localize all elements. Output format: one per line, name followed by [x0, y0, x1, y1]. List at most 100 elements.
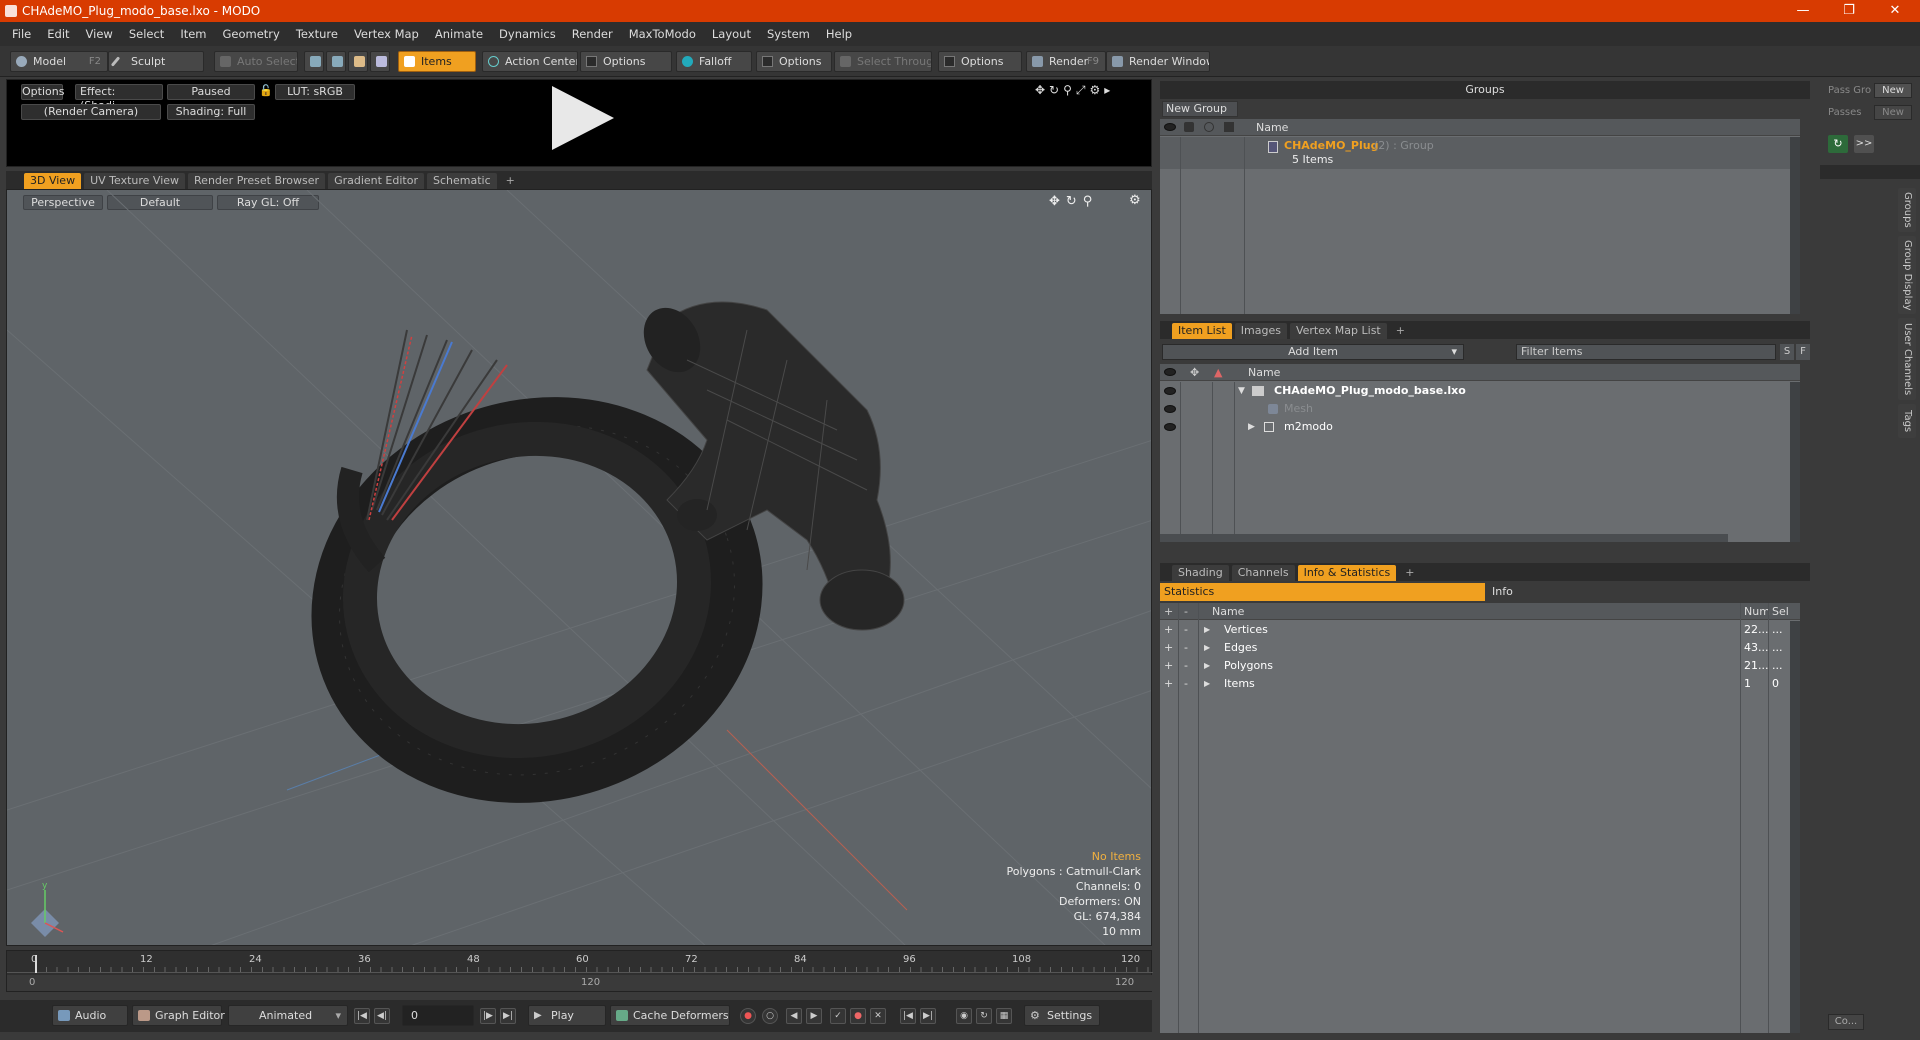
- add-tab-button[interactable]: +: [500, 173, 521, 189]
- info-tab[interactable]: Info: [1486, 583, 1808, 601]
- lock-icon[interactable]: [1204, 122, 1214, 132]
- timeline[interactable]: 0 12 24 36 48 60 72 84 96 108 120 0 120 120: [6, 950, 1153, 992]
- vertices-mode-button[interactable]: [304, 51, 324, 72]
- render-toggle-icon[interactable]: [1184, 122, 1194, 132]
- menu-edit[interactable]: Edit: [39, 27, 77, 41]
- statistics-tab[interactable]: Statistics: [1160, 583, 1485, 601]
- menu-dynamics[interactable]: Dynamics: [491, 27, 564, 41]
- co-button[interactable]: Co...: [1828, 1014, 1864, 1030]
- filter-f-button[interactable]: F: [1796, 344, 1810, 360]
- lut-dropdown[interactable]: LUT: sRGB: [275, 84, 355, 100]
- item-list[interactable]: Name ✥ ▲ ▼ CHAdeMO_Plug_modo_base.lxo Me…: [1160, 364, 1800, 542]
- menu-select[interactable]: Select: [121, 27, 172, 41]
- more-button[interactable]: >>: [1854, 135, 1874, 153]
- restore-button[interactable]: ❐: [1826, 0, 1872, 22]
- audio-button[interactable]: Audio: [52, 1005, 128, 1026]
- tab-info-statistics[interactable]: Info & Statistics: [1297, 565, 1397, 581]
- eye-icon[interactable]: [1164, 387, 1176, 395]
- eye-icon[interactable]: [1164, 368, 1176, 376]
- stats-scrollbar[interactable]: [1790, 621, 1800, 1033]
- eye-icon[interactable]: [1164, 123, 1176, 131]
- stats-row[interactable]: + - ▶ Polygons 21... ...: [1160, 657, 1790, 675]
- sidetab-tags[interactable]: Tags: [1898, 404, 1916, 438]
- expand-icon[interactable]: ▼: [1238, 382, 1245, 400]
- add-item-dropdown[interactable]: Add Item ▾: [1162, 344, 1464, 360]
- skip-forward-button[interactable]: ▶|: [920, 1008, 936, 1024]
- select-toggle-icon[interactable]: [1224, 122, 1234, 132]
- stats-row[interactable]: + - ▶ Items 1 0: [1160, 675, 1790, 693]
- menu-maxtomodo[interactable]: MaxToModo: [621, 27, 704, 41]
- plus-icon[interactable]: +: [1164, 621, 1173, 639]
- first-frame-button[interactable]: |◀: [354, 1008, 370, 1024]
- tab-vertex-map-list[interactable]: Vertex Map List: [1289, 323, 1387, 339]
- list-item[interactable]: ▶ m2modo: [1160, 418, 1790, 436]
- plus-icon[interactable]: +: [1164, 657, 1173, 675]
- stats-row[interactable]: + - ▶ Vertices 22... ...: [1160, 621, 1790, 639]
- menu-view[interactable]: View: [78, 27, 121, 41]
- render-window-button[interactable]: Render Window: [1106, 51, 1210, 72]
- expand-icon[interactable]: ▶: [1248, 418, 1255, 436]
- stats-row[interactable]: + - ▶ Edges 43... ...: [1160, 639, 1790, 657]
- frame-input[interactable]: 0: [402, 1005, 474, 1026]
- tab-shading[interactable]: Shading: [1172, 565, 1229, 581]
- add-tab-button[interactable]: +: [1399, 565, 1420, 581]
- range-bar[interactable]: [7, 975, 1153, 991]
- tab-uv-texture-view[interactable]: UV Texture View: [84, 173, 186, 189]
- menu-texture[interactable]: Texture: [288, 27, 346, 41]
- menu-help[interactable]: Help: [818, 27, 860, 41]
- play-icon[interactable]: [552, 86, 614, 150]
- auto-key-button[interactable]: ○: [762, 1008, 778, 1024]
- tab-schematic[interactable]: Schematic: [427, 173, 497, 189]
- menu-layout[interactable]: Layout: [704, 27, 759, 41]
- model-mode-button[interactable]: Model F2: [10, 51, 108, 72]
- shading-dropdown[interactable]: Shading: Full: [167, 104, 255, 120]
- cache-deformers-button[interactable]: Cache Deformers: [610, 1005, 730, 1026]
- plus-icon[interactable]: +: [1164, 639, 1173, 657]
- filter-items-input[interactable]: Filter Items: [1516, 344, 1776, 360]
- polygons-mode-button[interactable]: [348, 51, 368, 72]
- itemlist-scrollbar[interactable]: [1790, 382, 1800, 542]
- tab-gradient-editor[interactable]: Gradient Editor: [328, 173, 424, 189]
- plus-icon[interactable]: +: [1164, 675, 1173, 693]
- effect-dropdown[interactable]: Effect: (Shadi...: [75, 84, 163, 112]
- menu-geometry[interactable]: Geometry: [215, 27, 288, 41]
- collapse-all-icon[interactable]: -: [1184, 603, 1188, 620]
- expand-icon[interactable]: ▶: [1204, 639, 1210, 657]
- select-through-button[interactable]: Select Through: [834, 51, 932, 72]
- falloff-button[interactable]: Falloff: [676, 51, 752, 72]
- menu-animate[interactable]: Animate: [427, 27, 491, 41]
- materials-mode-button[interactable]: [370, 51, 390, 72]
- auto-select-button[interactable]: Auto Select: [214, 51, 298, 72]
- skip-back-button[interactable]: |◀: [900, 1008, 916, 1024]
- tab-3d-view[interactable]: 3D View: [24, 173, 82, 189]
- graph-editor-button[interactable]: Graph Editor: [132, 1005, 225, 1026]
- tab-channels[interactable]: Channels: [1231, 565, 1295, 581]
- prev-key-icon[interactable]: ◀: [786, 1008, 802, 1024]
- render-button[interactable]: Render F9: [1026, 51, 1106, 72]
- channel-key-button[interactable]: ◉: [956, 1008, 972, 1024]
- minus-icon[interactable]: -: [1184, 621, 1188, 639]
- 3d-viewport[interactable]: Perspective Default Ray GL: Off ✥↻⚲ ⚙ y …: [6, 189, 1152, 946]
- eye-icon[interactable]: [1164, 423, 1176, 431]
- next-key-button[interactable]: |▶: [480, 1008, 496, 1024]
- eye-icon[interactable]: [1164, 405, 1176, 413]
- options-checkbox[interactable]: [586, 56, 597, 67]
- render-camera-dropdown[interactable]: (Render Camera): [21, 104, 161, 120]
- list-item[interactable]: Mesh: [1160, 400, 1790, 418]
- close-button[interactable]: ✕: [1872, 0, 1918, 22]
- falloff-options-button[interactable]: Options: [756, 51, 832, 72]
- menu-item[interactable]: Item: [172, 27, 214, 41]
- sidetab-groups[interactable]: Groups: [1898, 188, 1916, 232]
- lock-icon[interactable]: 🔓: [259, 84, 273, 100]
- paused-toggle[interactable]: Paused: [167, 84, 255, 100]
- add-tab-button[interactable]: +: [1390, 323, 1411, 339]
- sculpt-mode-button[interactable]: Sculpt: [108, 51, 204, 72]
- menu-vertex-map[interactable]: Vertex Map: [346, 27, 427, 41]
- settings-button[interactable]: ⚙ Settings: [1024, 1005, 1100, 1026]
- record-button[interactable]: ●: [740, 1008, 756, 1024]
- preview-nav-icons[interactable]: ✥↻⚲⤢⚙▸: [1035, 83, 1114, 98]
- expand-all-icon[interactable]: +: [1164, 603, 1173, 620]
- groups-list[interactable]: Name CHAdeMO_Plug (2) : Group 5 Items: [1160, 119, 1800, 314]
- edges-mode-button[interactable]: [326, 51, 346, 72]
- minus-icon[interactable]: -: [1184, 675, 1188, 693]
